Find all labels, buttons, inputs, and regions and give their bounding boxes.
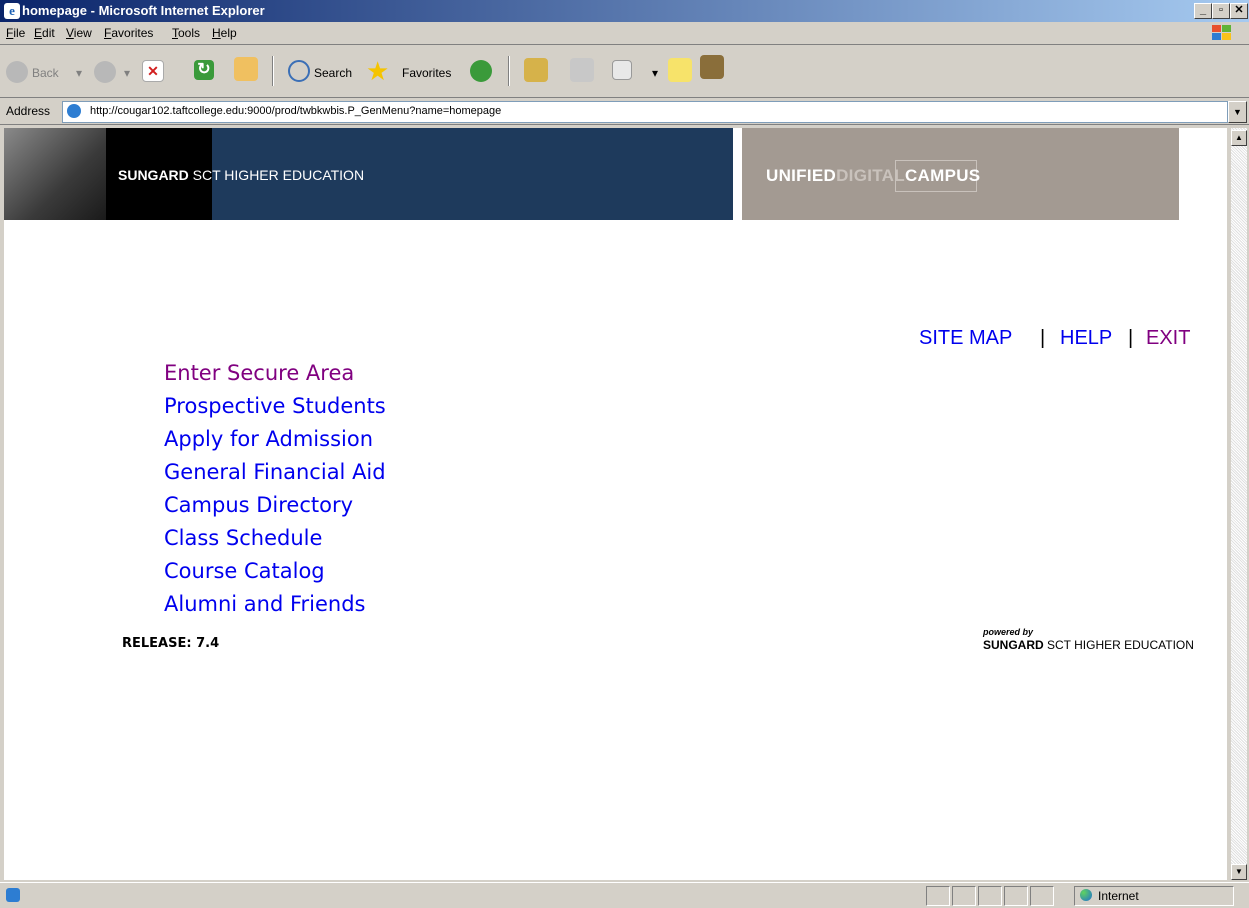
- nav-link-alumni-and-friends[interactable]: Alumni and Friends: [164, 592, 366, 616]
- favorites-icon[interactable]: ★: [366, 56, 389, 87]
- release-version: RELEASE: 7.4: [122, 636, 220, 651]
- windows-logo-icon: [1210, 24, 1234, 42]
- nav-link-class-schedule[interactable]: Class Schedule: [164, 526, 322, 550]
- menu-edit[interactable]: Edit: [34, 26, 55, 40]
- vertical-scrollbar[interactable]: [1231, 128, 1247, 880]
- status-panel: [1030, 886, 1054, 906]
- forward-dropdown-icon[interactable]: ▾: [124, 66, 130, 80]
- menu-tools[interactable]: Tools: [172, 26, 200, 40]
- menu-favorites[interactable]: Favorites: [104, 26, 153, 40]
- nav-link-campus-directory[interactable]: Campus Directory: [164, 493, 353, 517]
- scroll-down-button[interactable]: ▼: [1231, 864, 1247, 880]
- nav-link-general-financial-aid[interactable]: General Financial Aid: [164, 460, 386, 484]
- messenger-icon[interactable]: [700, 55, 724, 79]
- page-status-icon: [6, 888, 20, 902]
- banner-photo: [4, 128, 106, 220]
- menu-view[interactable]: View: [66, 26, 92, 40]
- stop-icon[interactable]: ✕: [142, 60, 164, 82]
- status-panel: [926, 886, 950, 906]
- site-map-link[interactable]: SITE MAP: [919, 327, 1012, 350]
- edit-icon[interactable]: [612, 60, 632, 80]
- link-separator: |: [1040, 327, 1046, 349]
- menu-file[interactable]: File: [6, 26, 25, 40]
- nav-link-apply-for-admission[interactable]: Apply for Admission: [164, 427, 373, 451]
- powered-by-label: powered by: [983, 627, 1034, 637]
- status-panel: [952, 886, 976, 906]
- nav-link-prospective-students[interactable]: Prospective Students: [164, 394, 386, 418]
- nav-link-course-catalog[interactable]: Course Catalog: [164, 559, 325, 583]
- footer-sungard-logo: SUNGARD SCT HIGHER EDUCATION: [983, 638, 1194, 652]
- ie-icon: e: [4, 3, 20, 19]
- edit-dropdown-icon[interactable]: ▾: [652, 66, 658, 80]
- exit-link[interactable]: EXIT: [1146, 327, 1190, 350]
- sungard-logo: SUNGARD SCT HIGHER EDUCATION: [118, 167, 365, 183]
- menu-help[interactable]: Help: [212, 26, 237, 40]
- search-icon[interactable]: [288, 60, 310, 82]
- close-button[interactable]: ✕: [1230, 3, 1248, 19]
- mail-icon[interactable]: [524, 58, 548, 82]
- address-url[interactable]: http://cougar102.taftcollege.edu:9000/pr…: [90, 105, 501, 117]
- forward-icon[interactable]: [94, 61, 116, 83]
- maximize-button[interactable]: ▫: [1212, 3, 1230, 19]
- status-panel: [1004, 886, 1028, 906]
- toolbar-separator: [508, 56, 510, 86]
- home-icon[interactable]: [234, 57, 258, 81]
- favorites-button[interactable]: Favorites: [402, 66, 451, 80]
- print-icon[interactable]: [570, 58, 594, 82]
- toolbar-separator: [272, 56, 274, 86]
- nav-link-enter-secure-area[interactable]: Enter Secure Area: [164, 361, 354, 385]
- internet-zone-icon: [1080, 889, 1092, 901]
- address-dropdown-button[interactable]: ▼: [1228, 101, 1247, 123]
- back-dropdown-icon[interactable]: ▾: [76, 66, 82, 80]
- window-title: homepage - Microsoft Internet Explorer: [22, 3, 265, 18]
- back-icon[interactable]: [6, 61, 28, 83]
- status-panel: [978, 886, 1002, 906]
- address-label: Address: [6, 104, 51, 118]
- scroll-up-button[interactable]: ▲: [1231, 130, 1247, 146]
- unified-digital-campus-logo: UNIFIEDDIGITALCAMPUS: [766, 166, 981, 185]
- link-separator: |: [1128, 327, 1134, 349]
- back-button[interactable]: Back: [32, 66, 59, 80]
- page-icon: [67, 104, 81, 118]
- history-icon[interactable]: [470, 60, 492, 82]
- refresh-icon[interactable]: ↻: [194, 60, 214, 80]
- help-link[interactable]: HELP: [1060, 327, 1112, 350]
- discuss-icon[interactable]: [668, 58, 692, 82]
- zone-label: Internet: [1098, 889, 1139, 903]
- search-button[interactable]: Search: [314, 66, 352, 80]
- banner-divider: [733, 128, 742, 220]
- minimize-button[interactable]: _: [1194, 3, 1212, 19]
- status-bar: [0, 882, 1249, 908]
